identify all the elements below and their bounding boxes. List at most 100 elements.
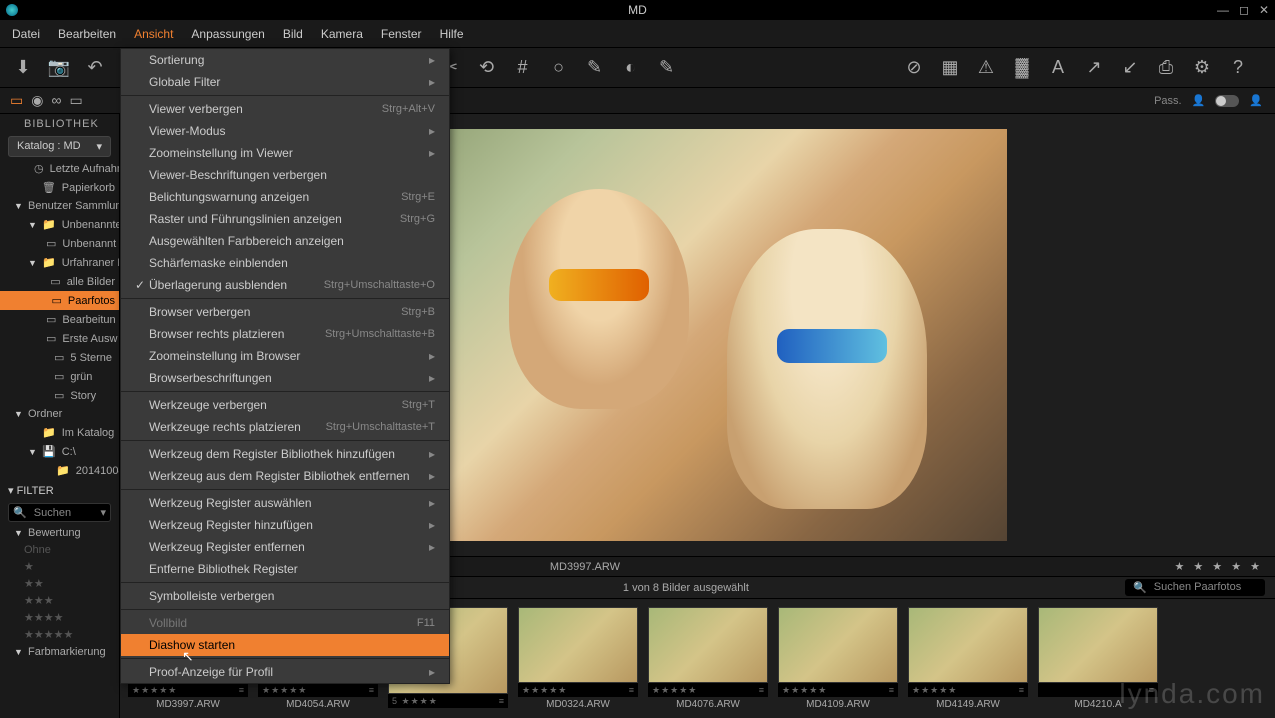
thumb-menu-icon[interactable]: ≡ [889, 685, 894, 695]
thumbnail[interactable]: ★★★★★≡MD0324.ARW [518, 607, 638, 710]
thumb-menu-icon[interactable]: ≡ [499, 696, 504, 706]
menu-item[interactable]: VollbildF11 [121, 612, 449, 634]
thumb-menu-icon[interactable]: ≡ [629, 685, 634, 695]
menu-item[interactable]: Ausgewählten Farbbereich anzeigen [121, 230, 449, 252]
menu-item[interactable]: ✓Überlagerung ausblendenStrg+Umschalttas… [121, 274, 449, 296]
text-icon[interactable]: A [1047, 57, 1069, 79]
search-input[interactable]: 🔍 Suchen▾ [8, 503, 111, 522]
sidebar-item[interactable]: ▭grün [0, 367, 119, 386]
menu-item[interactable]: Viewer verbergenStrg+Alt+V [121, 98, 449, 120]
menu-item[interactable]: Viewer-Modus▸ [121, 120, 449, 142]
sidebar-item[interactable]: ▼📁Unbenannte G [0, 215, 119, 234]
grid2-icon[interactable]: ▦ [939, 57, 961, 79]
rating-display[interactable]: ★ ★ ★ ★ ★ [1174, 560, 1263, 573]
grid-icon[interactable]: # [512, 57, 534, 79]
help-icon[interactable]: ? [1227, 57, 1249, 79]
print-icon[interactable]: ⎙ [1155, 57, 1177, 79]
sidebar-item[interactable]: ▭alle Bilder [0, 272, 119, 291]
arrow-up-icon[interactable]: ↗ [1083, 57, 1105, 79]
color-header[interactable]: ▼Farbmarkierung [0, 643, 119, 661]
sidebar-item[interactable]: ▭Bearbeitun [0, 310, 119, 329]
menu-item[interactable]: Sortierung▸ [121, 49, 449, 71]
maximize-icon[interactable]: ◻ [1239, 3, 1249, 17]
disable-icon[interactable]: ⊘ [903, 57, 925, 79]
rating-2[interactable]: ★★ [0, 575, 119, 592]
rating-3[interactable]: ★★★ [0, 592, 119, 609]
menu-item[interactable]: Werkzeug Register auswählen▸ [121, 492, 449, 514]
library-icon[interactable]: ▭ [10, 92, 23, 109]
thumb-menu-icon[interactable]: ≡ [759, 685, 764, 695]
menu-kamera[interactable]: Kamera [321, 27, 363, 41]
user-icon[interactable]: 👤 [1192, 94, 1206, 107]
thumb-menu-icon[interactable]: ≡ [1019, 685, 1024, 695]
menu-item[interactable]: Browser verbergenStrg+B [121, 301, 449, 323]
menu-item[interactable]: Diashow starten [121, 634, 449, 656]
menu-item[interactable]: Globale Filter▸ [121, 71, 449, 93]
rating-header[interactable]: ▼Bewertung [0, 524, 119, 542]
pass-toggle[interactable] [1215, 95, 1239, 107]
warning-icon[interactable]: ⚠ [975, 57, 997, 79]
menu-item[interactable]: Viewer-Beschriftungen verbergen [121, 164, 449, 186]
browser-search[interactable]: 🔍 Suchen Paarfotos [1125, 579, 1265, 596]
menu-datei[interactable]: Datei [12, 27, 40, 41]
menu-item[interactable]: Entferne Bibliothek Register [121, 558, 449, 580]
menu-item[interactable]: Werkzeuge rechts platzierenStrg+Umschalt… [121, 416, 449, 438]
sidebar-item[interactable]: ▭Erste Ausw [0, 329, 119, 348]
menu-item[interactable]: Werkzeuge verbergenStrg+T [121, 394, 449, 416]
sidebar-item[interactable]: ▭Paarfotos [0, 291, 119, 310]
adjust-icon[interactable]: ✎ [656, 57, 678, 79]
camera-icon[interactable]: ◉ [31, 92, 43, 109]
menu-item[interactable]: Zoomeinstellung im Viewer▸ [121, 142, 449, 164]
undo-icon[interactable]: ↶ [84, 57, 106, 79]
thumbnail[interactable]: ★★★★★≡MD4076.ARW [648, 607, 768, 710]
menu-item[interactable]: Schärfemaske einblenden [121, 252, 449, 274]
menu-item[interactable]: Raster und Führungslinien anzeigenStrg+G [121, 208, 449, 230]
minimize-icon[interactable]: — [1217, 3, 1229, 17]
proof-icon[interactable]: ▓ [1011, 57, 1033, 79]
thumb-menu-icon[interactable]: ≡ [369, 685, 374, 695]
menu-bearbeiten[interactable]: Bearbeiten [58, 27, 116, 41]
menu-ansicht[interactable]: Ansicht [134, 27, 173, 41]
menu-item[interactable]: Browser rechts platzierenStrg+Umschaltta… [121, 323, 449, 345]
user2-icon[interactable]: 👤 [1249, 94, 1263, 107]
sidebar-item[interactable]: ▭5 Sterne [0, 348, 119, 367]
rating-1[interactable]: ★ [0, 558, 119, 575]
capture-icon[interactable]: 📷 [48, 57, 70, 79]
sidebar-item[interactable]: 🗑Papierkorb [0, 178, 119, 197]
gear-icon[interactable]: ⚙ [1191, 57, 1213, 79]
sidebar-item[interactable]: ▭Story [0, 386, 119, 405]
rotate-icon[interactable]: ⟲ [476, 57, 498, 79]
tether-icon[interactable]: ∞ [51, 92, 61, 109]
menu-item[interactable]: Symbolleiste verbergen [121, 585, 449, 607]
output-icon[interactable]: ▭ [69, 92, 82, 109]
rating-5[interactable]: ★★★★★ [0, 626, 119, 643]
spot-icon[interactable]: ○ [548, 57, 570, 79]
arrow-down-icon[interactable]: ↙ [1119, 57, 1141, 79]
menu-item[interactable]: Werkzeug Register entfernen▸ [121, 536, 449, 558]
sidebar-item[interactable]: ◷Letzte Aufnahm [0, 159, 119, 178]
catalog-selector[interactable]: Katalog : MD ▾ [8, 136, 111, 157]
sidebar-item[interactable]: ▼Benutzer Sammlun [0, 197, 119, 215]
sidebar-item[interactable]: ▼📁Urfahraner Ma [0, 253, 119, 272]
menu-item[interactable]: Werkzeug aus dem Register Bibliothek ent… [121, 465, 449, 487]
thumb-menu-icon[interactable]: ≡ [239, 685, 244, 695]
sidebar-item[interactable]: 📁20141004 [0, 461, 119, 480]
thumbnail[interactable]: ★★★★★≡MD4109.ARW [778, 607, 898, 710]
thumbnail[interactable]: ★★★★★≡MD4149.ARW [908, 607, 1028, 710]
sidebar-item[interactable]: ▭Unbenannt [0, 234, 119, 253]
menu-item[interactable]: Browserbeschriftungen▸ [121, 367, 449, 389]
menu-bild[interactable]: Bild [283, 27, 303, 41]
menu-hilfe[interactable]: Hilfe [440, 27, 464, 41]
gradient-icon[interactable]: ◐ [620, 57, 642, 79]
rating-4[interactable]: ★★★★ [0, 609, 119, 626]
rating-none[interactable]: Ohne [0, 542, 119, 558]
menu-item[interactable]: Proof-Anzeige für Profil▸ [121, 661, 449, 683]
menu-item[interactable]: Werkzeug dem Register Bibliothek hinzufü… [121, 443, 449, 465]
sidebar-item[interactable]: ▼💾C:\ [0, 442, 119, 461]
menu-anpassungen[interactable]: Anpassungen [191, 27, 264, 41]
import-icon[interactable]: ⬇ [12, 57, 34, 79]
close-icon[interactable]: ✕ [1259, 3, 1269, 17]
brush-icon[interactable]: ✎ [584, 57, 606, 79]
sidebar-item[interactable]: ▼Ordner [0, 405, 119, 423]
menu-item[interactable]: Zoomeinstellung im Browser▸ [121, 345, 449, 367]
